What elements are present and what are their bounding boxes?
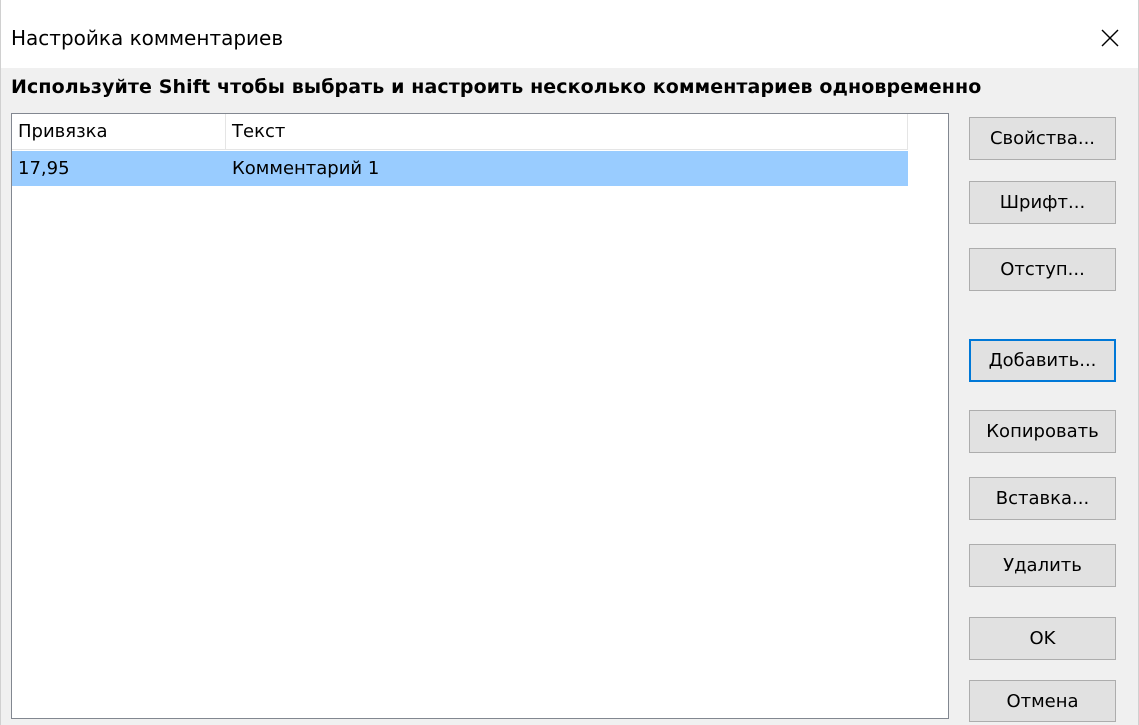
close-icon (1100, 28, 1120, 48)
column-header-anchor[interactable]: Привязка (12, 114, 226, 150)
add-button[interactable]: Добавить... (969, 339, 1116, 382)
column-header-text[interactable]: Текст (226, 114, 908, 150)
copy-button[interactable]: Копировать (969, 410, 1116, 453)
title-bar: Настройка комментариев (1, 0, 1138, 68)
indent-button[interactable]: Отступ... (969, 248, 1116, 291)
list-row-selected[interactable]: 17,95 Комментарий 1 (12, 151, 908, 186)
window-title: Настройка комментариев (11, 26, 284, 50)
font-button[interactable]: Шрифт... (969, 181, 1116, 224)
instruction-text: Используйте Shift чтобы выбрать и настро… (11, 76, 982, 98)
paste-button[interactable]: Вставка... (969, 477, 1116, 520)
cancel-button[interactable]: Отмена (969, 680, 1116, 722)
delete-button[interactable]: Удалить (969, 544, 1116, 587)
list-header: Привязка Текст (12, 114, 908, 150)
comments-list[interactable]: Привязка Текст 17,95 Комментарий 1 (11, 113, 949, 719)
cell-anchor: 17,95 (18, 158, 70, 179)
cell-text: Комментарий 1 (232, 158, 380, 179)
comment-settings-dialog: Настройка комментариев Используйте Shift… (0, 0, 1139, 725)
properties-button[interactable]: Свойства... (969, 117, 1116, 160)
ok-button[interactable]: OK (969, 617, 1116, 660)
close-button[interactable] (1082, 16, 1138, 60)
